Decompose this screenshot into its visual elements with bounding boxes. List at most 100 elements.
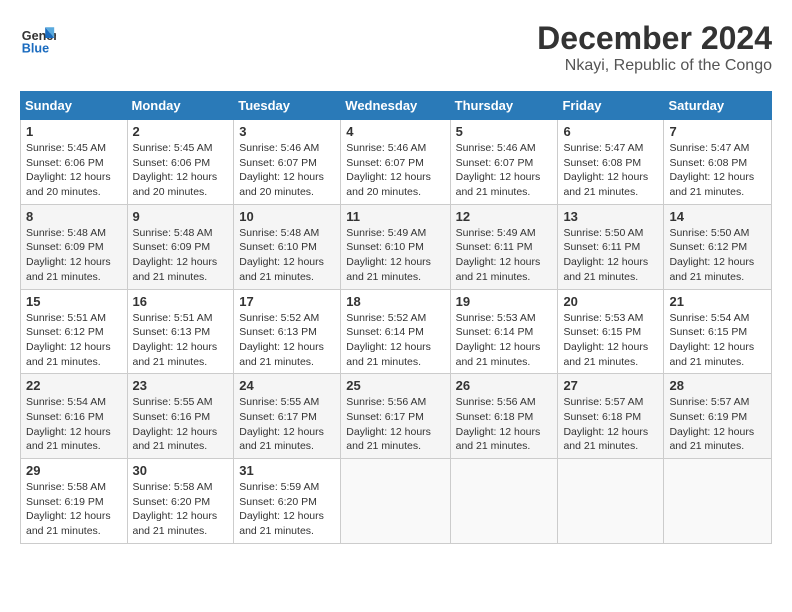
day-info: Sunrise: 5:46 AM Sunset: 6:07 PM Dayligh…	[346, 141, 444, 200]
day-header-thursday: Thursday	[450, 92, 558, 120]
calendar-cell: 29 Sunrise: 5:58 AM Sunset: 6:19 PM Dayl…	[21, 459, 128, 544]
calendar-cell: 4 Sunrise: 5:46 AM Sunset: 6:07 PM Dayli…	[341, 120, 450, 205]
day-info: Sunrise: 5:46 AM Sunset: 6:07 PM Dayligh…	[456, 141, 553, 200]
calendar-cell: 27 Sunrise: 5:57 AM Sunset: 6:18 PM Dayl…	[558, 374, 664, 459]
day-info: Sunrise: 5:47 AM Sunset: 6:08 PM Dayligh…	[669, 141, 766, 200]
calendar-week-1: 8 Sunrise: 5:48 AM Sunset: 6:09 PM Dayli…	[21, 204, 772, 289]
day-info: Sunrise: 5:48 AM Sunset: 6:10 PM Dayligh…	[239, 226, 335, 285]
day-info: Sunrise: 5:55 AM Sunset: 6:17 PM Dayligh…	[239, 395, 335, 454]
day-number: 13	[563, 209, 658, 224]
day-info: Sunrise: 5:52 AM Sunset: 6:14 PM Dayligh…	[346, 311, 444, 370]
day-number: 4	[346, 124, 444, 139]
calendar-cell: 23 Sunrise: 5:55 AM Sunset: 6:16 PM Dayl…	[127, 374, 234, 459]
calendar-cell: 2 Sunrise: 5:45 AM Sunset: 6:06 PM Dayli…	[127, 120, 234, 205]
calendar-cell	[558, 459, 664, 544]
day-number: 11	[346, 209, 444, 224]
day-info: Sunrise: 5:50 AM Sunset: 6:12 PM Dayligh…	[669, 226, 766, 285]
day-info: Sunrise: 5:52 AM Sunset: 6:13 PM Dayligh…	[239, 311, 335, 370]
calendar-cell: 14 Sunrise: 5:50 AM Sunset: 6:12 PM Dayl…	[664, 204, 772, 289]
calendar-header-row: SundayMondayTuesdayWednesdayThursdayFrid…	[21, 92, 772, 120]
calendar-cell: 31 Sunrise: 5:59 AM Sunset: 6:20 PM Dayl…	[234, 459, 341, 544]
day-number: 23	[133, 378, 229, 393]
day-info: Sunrise: 5:57 AM Sunset: 6:19 PM Dayligh…	[669, 395, 766, 454]
day-number: 28	[669, 378, 766, 393]
day-header-saturday: Saturday	[664, 92, 772, 120]
calendar-cell: 17 Sunrise: 5:52 AM Sunset: 6:13 PM Dayl…	[234, 289, 341, 374]
day-header-sunday: Sunday	[21, 92, 128, 120]
calendar-cell	[341, 459, 450, 544]
day-info: Sunrise: 5:45 AM Sunset: 6:06 PM Dayligh…	[133, 141, 229, 200]
day-info: Sunrise: 5:58 AM Sunset: 6:19 PM Dayligh…	[26, 480, 122, 539]
day-info: Sunrise: 5:51 AM Sunset: 6:12 PM Dayligh…	[26, 311, 122, 370]
title-block: December 2024 Nkayi, Republic of the Con…	[537, 20, 772, 75]
calendar-cell: 15 Sunrise: 5:51 AM Sunset: 6:12 PM Dayl…	[21, 289, 128, 374]
calendar-cell: 1 Sunrise: 5:45 AM Sunset: 6:06 PM Dayli…	[21, 120, 128, 205]
day-number: 5	[456, 124, 553, 139]
calendar-cell: 30 Sunrise: 5:58 AM Sunset: 6:20 PM Dayl…	[127, 459, 234, 544]
day-info: Sunrise: 5:56 AM Sunset: 6:18 PM Dayligh…	[456, 395, 553, 454]
day-number: 9	[133, 209, 229, 224]
calendar-cell: 26 Sunrise: 5:56 AM Sunset: 6:18 PM Dayl…	[450, 374, 558, 459]
day-number: 3	[239, 124, 335, 139]
day-number: 19	[456, 294, 553, 309]
day-info: Sunrise: 5:50 AM Sunset: 6:11 PM Dayligh…	[563, 226, 658, 285]
calendar-cell: 3 Sunrise: 5:46 AM Sunset: 6:07 PM Dayli…	[234, 120, 341, 205]
day-number: 12	[456, 209, 553, 224]
day-info: Sunrise: 5:54 AM Sunset: 6:16 PM Dayligh…	[26, 395, 122, 454]
day-info: Sunrise: 5:48 AM Sunset: 6:09 PM Dayligh…	[26, 226, 122, 285]
day-number: 10	[239, 209, 335, 224]
calendar-cell: 20 Sunrise: 5:53 AM Sunset: 6:15 PM Dayl…	[558, 289, 664, 374]
calendar-cell: 19 Sunrise: 5:53 AM Sunset: 6:14 PM Dayl…	[450, 289, 558, 374]
day-info: Sunrise: 5:48 AM Sunset: 6:09 PM Dayligh…	[133, 226, 229, 285]
calendar-cell: 5 Sunrise: 5:46 AM Sunset: 6:07 PM Dayli…	[450, 120, 558, 205]
day-info: Sunrise: 5:53 AM Sunset: 6:14 PM Dayligh…	[456, 311, 553, 370]
calendar-cell: 6 Sunrise: 5:47 AM Sunset: 6:08 PM Dayli…	[558, 120, 664, 205]
day-number: 18	[346, 294, 444, 309]
day-info: Sunrise: 5:53 AM Sunset: 6:15 PM Dayligh…	[563, 311, 658, 370]
calendar-week-3: 22 Sunrise: 5:54 AM Sunset: 6:16 PM Dayl…	[21, 374, 772, 459]
calendar-cell: 9 Sunrise: 5:48 AM Sunset: 6:09 PM Dayli…	[127, 204, 234, 289]
calendar-cell	[450, 459, 558, 544]
calendar-table: SundayMondayTuesdayWednesdayThursdayFrid…	[20, 91, 772, 544]
day-header-tuesday: Tuesday	[234, 92, 341, 120]
day-number: 17	[239, 294, 335, 309]
day-info: Sunrise: 5:51 AM Sunset: 6:13 PM Dayligh…	[133, 311, 229, 370]
day-info: Sunrise: 5:59 AM Sunset: 6:20 PM Dayligh…	[239, 480, 335, 539]
day-header-friday: Friday	[558, 92, 664, 120]
day-info: Sunrise: 5:58 AM Sunset: 6:20 PM Dayligh…	[133, 480, 229, 539]
day-info: Sunrise: 5:46 AM Sunset: 6:07 PM Dayligh…	[239, 141, 335, 200]
day-number: 7	[669, 124, 766, 139]
day-info: Sunrise: 5:56 AM Sunset: 6:17 PM Dayligh…	[346, 395, 444, 454]
day-info: Sunrise: 5:54 AM Sunset: 6:15 PM Dayligh…	[669, 311, 766, 370]
svg-text:Blue: Blue	[22, 41, 49, 55]
calendar-week-4: 29 Sunrise: 5:58 AM Sunset: 6:19 PM Dayl…	[21, 459, 772, 544]
day-info: Sunrise: 5:47 AM Sunset: 6:08 PM Dayligh…	[563, 141, 658, 200]
day-header-monday: Monday	[127, 92, 234, 120]
calendar-cell: 28 Sunrise: 5:57 AM Sunset: 6:19 PM Dayl…	[664, 374, 772, 459]
calendar-cell: 25 Sunrise: 5:56 AM Sunset: 6:17 PM Dayl…	[341, 374, 450, 459]
calendar-cell: 21 Sunrise: 5:54 AM Sunset: 6:15 PM Dayl…	[664, 289, 772, 374]
day-info: Sunrise: 5:49 AM Sunset: 6:10 PM Dayligh…	[346, 226, 444, 285]
page-header: General Blue December 2024 Nkayi, Republ…	[20, 20, 772, 75]
day-header-wednesday: Wednesday	[341, 92, 450, 120]
calendar-cell: 13 Sunrise: 5:50 AM Sunset: 6:11 PM Dayl…	[558, 204, 664, 289]
day-number: 26	[456, 378, 553, 393]
day-number: 24	[239, 378, 335, 393]
calendar-cell	[664, 459, 772, 544]
day-number: 25	[346, 378, 444, 393]
calendar-subtitle: Nkayi, Republic of the Congo	[537, 57, 772, 75]
day-info: Sunrise: 5:55 AM Sunset: 6:16 PM Dayligh…	[133, 395, 229, 454]
day-number: 21	[669, 294, 766, 309]
calendar-cell: 8 Sunrise: 5:48 AM Sunset: 6:09 PM Dayli…	[21, 204, 128, 289]
day-number: 16	[133, 294, 229, 309]
calendar-cell: 22 Sunrise: 5:54 AM Sunset: 6:16 PM Dayl…	[21, 374, 128, 459]
calendar-cell: 16 Sunrise: 5:51 AM Sunset: 6:13 PM Dayl…	[127, 289, 234, 374]
calendar-cell: 11 Sunrise: 5:49 AM Sunset: 6:10 PM Dayl…	[341, 204, 450, 289]
day-number: 6	[563, 124, 658, 139]
logo: General Blue	[20, 20, 56, 56]
day-number: 14	[669, 209, 766, 224]
day-number: 30	[133, 463, 229, 478]
day-number: 20	[563, 294, 658, 309]
day-number: 22	[26, 378, 122, 393]
calendar-week-2: 15 Sunrise: 5:51 AM Sunset: 6:12 PM Dayl…	[21, 289, 772, 374]
